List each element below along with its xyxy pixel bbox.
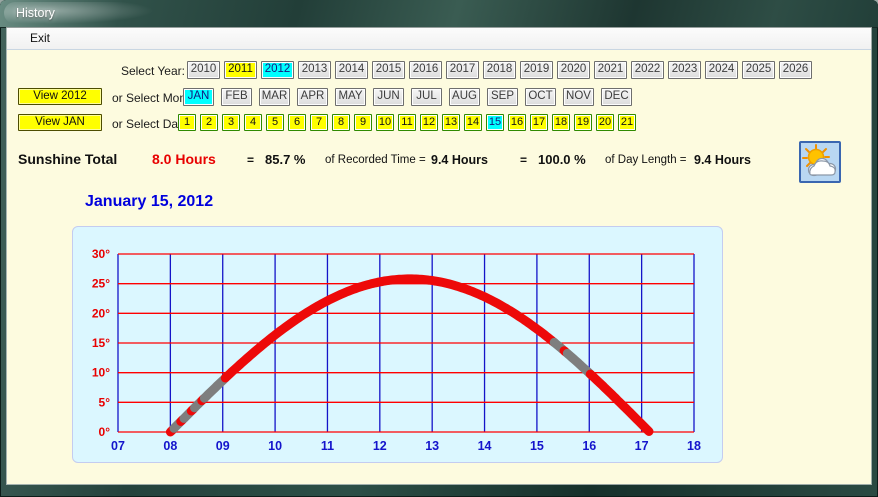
year-2022-button[interactable]: 2022: [631, 61, 664, 79]
x-axis-tick-label: 12: [373, 439, 387, 453]
chart-title: January 15, 2012: [85, 193, 214, 210]
year-2013-button[interactable]: 2013: [298, 61, 331, 79]
year-2026-button[interactable]: 2026: [779, 61, 812, 79]
date-12-button[interactable]: 12: [420, 114, 438, 131]
date-18-button[interactable]: 18: [552, 114, 570, 131]
year-2021-button[interactable]: 2021: [594, 61, 627, 79]
window-title: History: [16, 6, 55, 20]
year-2018-button[interactable]: 2018: [483, 61, 516, 79]
y-axis-tick-label: 15°: [92, 336, 110, 350]
month-jan-button[interactable]: JAN: [183, 88, 214, 106]
month-button-row: JAN FEB MAR APR MAY JUN JUL AUG SEP OCT NOV DEC: [183, 88, 632, 106]
year-2011-button[interactable]: 2011: [224, 61, 257, 79]
month-nov-button[interactable]: NOV: [563, 88, 594, 106]
day-length-label: of Day Length =: [605, 154, 687, 166]
history-window: History Exit Select Year: 2010 2011 2012 20…: [0, 0, 878, 497]
date-14-button[interactable]: 14: [464, 114, 482, 131]
date-21-button[interactable]: 21: [618, 114, 636, 131]
year-2017-button[interactable]: 2017: [446, 61, 479, 79]
year-2025-button[interactable]: 2025: [742, 61, 775, 79]
y-axis-tick-label: 0°: [99, 425, 111, 439]
month-mar-button[interactable]: MAR: [259, 88, 290, 106]
cloudy-curve-segment: [562, 348, 595, 379]
month-oct-button[interactable]: OCT: [525, 88, 556, 106]
x-axis-tick-label: 08: [163, 439, 177, 453]
year-2019-button[interactable]: 2019: [520, 61, 553, 79]
x-axis-tick-label: 16: [582, 439, 596, 453]
month-aug-button[interactable]: AUG: [449, 88, 480, 106]
date-19-button[interactable]: 19: [574, 114, 592, 131]
date-16-button[interactable]: 16: [508, 114, 526, 131]
year-2016-button[interactable]: 2016: [409, 61, 442, 79]
year-2020-button[interactable]: 2020: [557, 61, 590, 79]
title-bar[interactable]: History: [0, 0, 878, 28]
view-year-button[interactable]: View 2012: [18, 88, 102, 105]
date-9-button[interactable]: 9: [354, 114, 372, 131]
date-2-button[interactable]: 2: [200, 114, 218, 131]
weather-icon-graphic: [802, 144, 837, 177]
date-button-row: 1 2 3 4 5 6 7 8 9 10 11 12 13 14 15 16 17 18 19 20 21: [178, 114, 636, 131]
menu-item-exit[interactable]: Exit: [24, 28, 56, 48]
month-apr-button[interactable]: APR: [297, 88, 328, 106]
sun-elevation-chart: 07 08 09 10 11 12 13 14 15 16 17 18 0° 5° 10° 15° 20° 25°…: [92, 247, 701, 453]
y-axis-tick-label: 25°: [92, 277, 110, 291]
month-jun-button[interactable]: JUN: [373, 88, 404, 106]
x-axis-tick-label: 15: [530, 439, 544, 453]
day-length-value: 9.4 Hours: [694, 153, 751, 167]
date-10-button[interactable]: 10: [376, 114, 394, 131]
month-feb-button[interactable]: FEB: [221, 88, 252, 106]
select-year-label: Select Year:: [120, 64, 185, 78]
month-dec-button[interactable]: DEC: [601, 88, 632, 106]
equals-sign-1: =: [247, 153, 255, 167]
date-3-button[interactable]: 3: [222, 114, 240, 131]
month-sep-button[interactable]: SEP: [487, 88, 518, 106]
equals-sign-2: =: [520, 153, 528, 167]
date-13-button[interactable]: 13: [442, 114, 460, 131]
year-2010-button[interactable]: 2010: [187, 61, 220, 79]
month-jul-button[interactable]: JUL: [411, 88, 442, 106]
date-15-button[interactable]: 15: [486, 114, 504, 131]
date-6-button[interactable]: 6: [288, 114, 306, 131]
sun-elevation-chart-panel: 07 08 09 10 11 12 13 14 15 16 17 18 0° 5° 10° 15° 20° 25°…: [72, 226, 723, 463]
y-axis-tick-label: 10°: [92, 366, 110, 380]
date-20-button[interactable]: 20: [596, 114, 614, 131]
date-7-button[interactable]: 7: [310, 114, 328, 131]
date-5-button[interactable]: 5: [266, 114, 284, 131]
x-axis-tick-label: 09: [216, 439, 230, 453]
y-axis-tick-label: 30°: [92, 247, 110, 261]
y-axis-tick-label: 5°: [99, 395, 111, 409]
x-axis-tick-label: 10: [268, 439, 282, 453]
recorded-time-value: 9.4 Hours: [431, 153, 488, 167]
year-2012-button[interactable]: 2012: [261, 61, 294, 79]
date-17-button[interactable]: 17: [530, 114, 548, 131]
menu-bar: Exit: [7, 28, 871, 50]
y-axis-tick-label: 20°: [92, 306, 110, 320]
daylength-percent-value: 100.0 %: [538, 152, 586, 167]
month-may-button[interactable]: MAY: [335, 88, 366, 106]
sunshine-total-value: 8.0 Hours: [152, 151, 216, 167]
x-axis-tick-label: 18: [687, 439, 701, 453]
sun-behind-cloud-icon[interactable]: [799, 141, 841, 183]
year-2014-button[interactable]: 2014: [335, 61, 368, 79]
x-axis-tick-label: 17: [635, 439, 649, 453]
date-4-button[interactable]: 4: [244, 114, 262, 131]
x-axis-tick-label: 13: [425, 439, 439, 453]
date-8-button[interactable]: 8: [332, 114, 350, 131]
year-2024-button[interactable]: 2024: [705, 61, 738, 79]
x-axis-tick-label: 07: [111, 439, 125, 453]
year-2015-button[interactable]: 2015: [372, 61, 405, 79]
recorded-percent-value: 85.7 %: [265, 152, 306, 167]
view-month-button[interactable]: View JAN: [18, 114, 102, 131]
year-2023-button[interactable]: 2023: [668, 61, 701, 79]
recorded-time-label: of Recorded Time =: [325, 154, 426, 166]
year-button-row: 2010 2011 2012 2013 2014 2015 2016 2017 2018 2019…: [187, 61, 812, 79]
date-11-button[interactable]: 11: [398, 114, 416, 131]
x-axis-tick-label: 14: [478, 439, 492, 453]
x-axis-tick-label: 11: [321, 439, 334, 453]
date-1-button[interactable]: 1: [178, 114, 196, 131]
sunshine-total-label: Sunshine Total: [18, 151, 118, 167]
